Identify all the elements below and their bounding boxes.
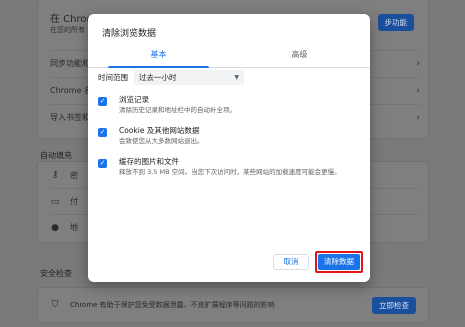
time-range-select[interactable]: 过去一小时 ▼: [134, 70, 244, 85]
autofill-heading: 自动填充: [40, 151, 72, 160]
key-icon: ⚷: [51, 170, 59, 180]
chevron-right-icon: ›: [416, 58, 420, 69]
checkbox-cookies[interactable]: ✓: [98, 128, 107, 137]
option-cookies: ✓ Cookie 及其他网站数据 会致使您从大多数网站退出。: [98, 126, 354, 146]
option-cached-files: ✓ 缓存的图片和文件 释放不到 3.5 MB 空间。当您下次访问时，某些网站的加…: [98, 157, 354, 177]
dialog-title: 清除浏览数据: [102, 29, 157, 39]
safety-check-row: ⛉ Chrome 有助于保护您免受数据泄露、不良扩展程序等问题的影响 立即检查: [50, 292, 420, 318]
option-desc: 会致使您从大多数网站退出。: [119, 137, 204, 145]
shield-icon: ⛉: [51, 300, 59, 310]
safety-check-text: Chrome 有助于保护您免受数据泄露、不良扩展程序等问题的影响: [70, 301, 275, 309]
time-range-label: 时间范围: [98, 73, 128, 82]
card-icon: ▭: [50, 196, 60, 207]
safety-check-heading: 安全检查: [40, 269, 72, 278]
option-browsing-history: ✓ 浏览记录 清除历史记录和地址栏中的自动补全项。: [98, 95, 354, 115]
passwords-label: 密: [70, 170, 78, 180]
turn-on-sync-button[interactable]: 步功能: [377, 13, 414, 31]
checkbox-cached-files[interactable]: ✓: [98, 159, 107, 168]
tab-advanced[interactable]: 高级: [229, 44, 370, 67]
clear-data-highlight: 清除数据: [315, 251, 363, 273]
time-range-row: 时间范围 过去一小时 ▼: [98, 70, 244, 85]
clear-data-button[interactable]: 清除数据: [318, 254, 360, 270]
location-icon: ●: [51, 222, 59, 233]
option-title: 缓存的图片和文件: [119, 157, 179, 166]
chevron-right-icon: ›: [416, 112, 420, 123]
checkbox-browsing-history[interactable]: ✓: [98, 97, 107, 106]
check-now-button[interactable]: 立即检查: [372, 296, 416, 314]
tab-basic[interactable]: 基本: [88, 44, 229, 68]
option-desc: 清除历史记录和地址栏中的自动补全项。: [119, 106, 236, 114]
option-desc: 释放不到 3.5 MB 空间。当您下次访问时，某些网站的加载速度可能会更慢。: [119, 168, 341, 176]
option-title: 浏览记录: [119, 95, 149, 104]
payment-methods-label: 付: [70, 197, 78, 206]
sync-services-label: 同步功能和: [50, 59, 90, 68]
import-bookmarks-label: 导入书签和: [50, 113, 90, 122]
dialog-tabs: 基本 高级: [88, 44, 370, 68]
safety-check-card: ⛉ Chrome 有助于保护您免受数据泄露、不良扩展程序等问题的影响 立即检查: [38, 288, 428, 322]
addresses-label: 地: [70, 223, 78, 232]
time-range-value: 过去一小时: [139, 73, 177, 82]
option-title: Cookie 及其他网站数据: [119, 126, 200, 135]
cancel-button[interactable]: 取消: [273, 254, 309, 270]
clear-browsing-data-dialog: 清除浏览数据 基本 高级 时间范围 过去一小时 ▼ ✓ 浏览记录 清除历史记录和…: [88, 14, 370, 282]
caret-down-icon: ▼: [234, 74, 239, 81]
chrome-name-label: Chrome 名: [50, 86, 92, 95]
chevron-right-icon: ›: [416, 85, 420, 96]
